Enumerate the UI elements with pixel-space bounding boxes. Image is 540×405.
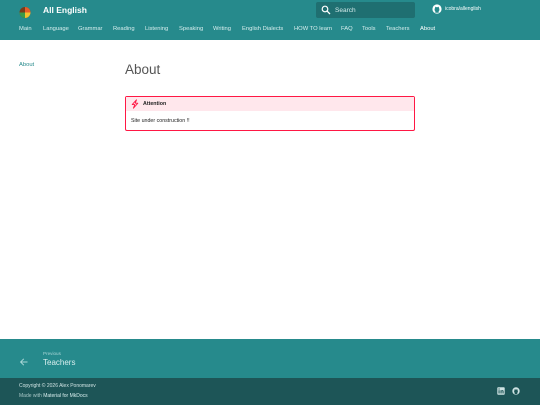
footer-prev-link[interactable]: Previous Teachers xyxy=(0,339,540,378)
arrow-left-icon xyxy=(19,358,28,366)
danger-bolt-icon xyxy=(131,99,139,109)
tab-listening[interactable]: Listening xyxy=(145,26,168,32)
prev-title: Teachers xyxy=(43,358,76,367)
attention-admonition: Attention Site under construction !! xyxy=(125,96,415,131)
header: All English icobra/allenglish Main Langu… xyxy=(0,0,540,40)
footer-meta: Copyright © 2026 Alex Ponomarev Made wit… xyxy=(0,378,540,405)
tab-writing[interactable]: Writing xyxy=(213,26,231,32)
page-title: About xyxy=(125,62,161,77)
site-title[interactable]: All English xyxy=(43,4,87,16)
repo-label: icobra/allenglish xyxy=(445,6,481,12)
tab-english-dialects[interactable]: English Dialects xyxy=(242,26,283,32)
logo-icon[interactable] xyxy=(18,5,32,19)
made-with-prefix: Made with xyxy=(19,393,44,399)
tab-grammar[interactable]: Grammar xyxy=(78,26,102,32)
tab-main[interactable]: Main xyxy=(19,26,32,32)
admonition-title: Attention xyxy=(143,100,167,107)
tab-speaking[interactable]: Speaking xyxy=(179,26,203,32)
tab-teachers[interactable]: Teachers xyxy=(386,26,410,32)
tab-reading[interactable]: Reading xyxy=(113,26,135,32)
admonition-title-bar: Attention xyxy=(126,97,414,111)
search-box[interactable] xyxy=(316,2,415,18)
prev-caption: Previous xyxy=(43,351,61,356)
tab-about[interactable]: About xyxy=(420,26,435,32)
sidebar-item-about[interactable]: About xyxy=(19,62,34,68)
tab-bar: Main Language Grammar Reading Listening … xyxy=(0,24,540,38)
tab-how-to-learn[interactable]: HOW TO learn xyxy=(294,26,332,32)
tab-language[interactable]: Language xyxy=(43,26,69,32)
github-icon xyxy=(432,4,442,14)
tab-faq[interactable]: FAQ xyxy=(341,26,353,32)
github-icon[interactable] xyxy=(512,387,520,395)
copyright: Copyright © 2026 Alex Ponomarev xyxy=(19,383,96,389)
search-input[interactable] xyxy=(335,4,411,16)
made-with: Made with Material for MkDocs xyxy=(19,393,88,399)
admonition-body: Site under construction !! xyxy=(131,118,190,124)
search-icon xyxy=(321,5,331,15)
made-with-link[interactable]: Material for MkDocs xyxy=(43,393,87,399)
tab-tools[interactable]: Tools xyxy=(362,26,376,32)
linkedin-icon[interactable] xyxy=(497,387,505,395)
